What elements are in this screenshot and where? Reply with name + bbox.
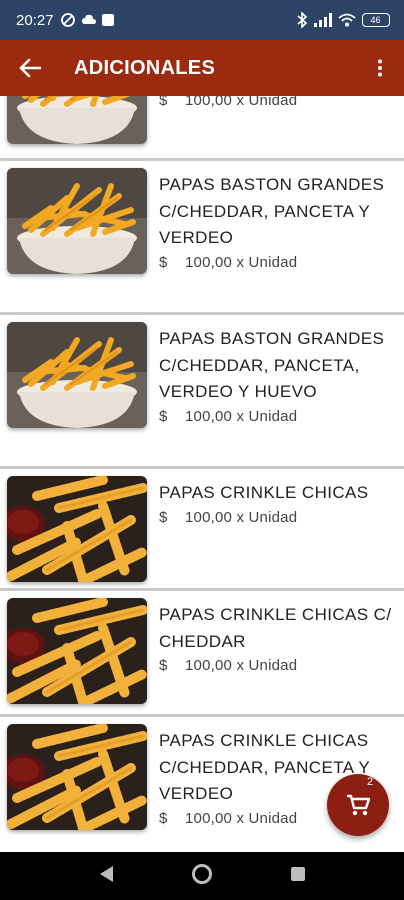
product-name: PAPAS CRINKLE CHICAS <box>159 483 369 502</box>
divider <box>0 714 404 717</box>
bluetooth-icon <box>296 12 308 28</box>
product-price: $ 100,00 x Unidad <box>159 253 298 271</box>
cloud-icon <box>81 14 96 26</box>
nav-recents-button[interactable] <box>290 866 306 887</box>
nav-back-button[interactable] <box>98 865 114 888</box>
arrow-back-icon <box>19 58 41 78</box>
status-bar: 20:27 46 <box>0 0 404 40</box>
status-left: 20:27 <box>16 12 114 29</box>
square-recents-icon <box>290 866 305 881</box>
page-title: ADICIONALES <box>74 56 216 79</box>
battery-level: 46 <box>370 15 381 25</box>
circle-home-icon <box>191 863 212 884</box>
nav-home-button[interactable] <box>191 863 213 890</box>
triangle-back-icon <box>100 865 114 882</box>
list-item[interactable]: PAPAS BASTON GRANDES C/CHEDDAR, PANCETA … <box>0 168 404 314</box>
shopping-cart-icon <box>347 794 370 816</box>
cart-button[interactable] <box>327 774 389 836</box>
cart-count-badge: 2 <box>367 776 374 788</box>
product-image <box>7 724 147 830</box>
more-vertical-icon <box>378 59 382 77</box>
divider <box>0 588 404 591</box>
product-price: $ 100,00 x Unidad <box>159 407 298 425</box>
system-nav-bar <box>0 852 404 900</box>
product-price: $ 100,00 x Unidad <box>159 96 298 109</box>
divider <box>0 312 404 315</box>
status-right: 46 <box>296 12 390 28</box>
product-image <box>7 96 147 144</box>
product-image <box>7 322 147 428</box>
divider <box>0 158 404 161</box>
battery-icon: 46 <box>362 13 390 27</box>
list-item[interactable]: $ 100,00 x Unidad <box>0 96 404 160</box>
signal-icon <box>314 13 332 27</box>
product-name: PAPAS CRINKLE CHICAS C/ CHEDDAR <box>159 605 392 651</box>
product-price: $ 100,00 x Unidad <box>159 657 298 674</box>
status-time: 20:27 <box>16 11 54 29</box>
product-list[interactable]: $ 100,00 x Unidad PAPAS BASTON GRANDES C… <box>0 96 404 852</box>
list-item[interactable]: PAPAS CRINKLE CHICAS C/ CHEDDAR $ 100,00… <box>0 598 404 718</box>
product-price: $ 100,00 x Unidad <box>159 508 298 526</box>
data-saver-icon <box>60 12 76 28</box>
product-name: PAPAS BASTON GRANDES C/CHEDDAR, PANCETA,… <box>159 329 385 401</box>
product-image <box>7 476 147 582</box>
back-button[interactable] <box>0 40 60 96</box>
overflow-menu-button[interactable] <box>356 40 404 96</box>
wifi-icon <box>338 13 356 27</box>
product-name: PAPAS BASTON GRANDES C/CHEDDAR, PANCETA … <box>159 175 385 247</box>
list-item[interactable]: PAPAS BASTON GRANDES C/CHEDDAR, PANCETA,… <box>0 322 404 468</box>
list-item[interactable]: PAPAS CRINKLE CHICAS $ 100,00 x Unidad <box>0 476 404 586</box>
product-image <box>7 598 147 704</box>
app-bar: ADICIONALES <box>0 40 404 96</box>
notification-square-icon <box>101 14 114 26</box>
product-image <box>7 168 147 274</box>
divider <box>0 466 404 469</box>
